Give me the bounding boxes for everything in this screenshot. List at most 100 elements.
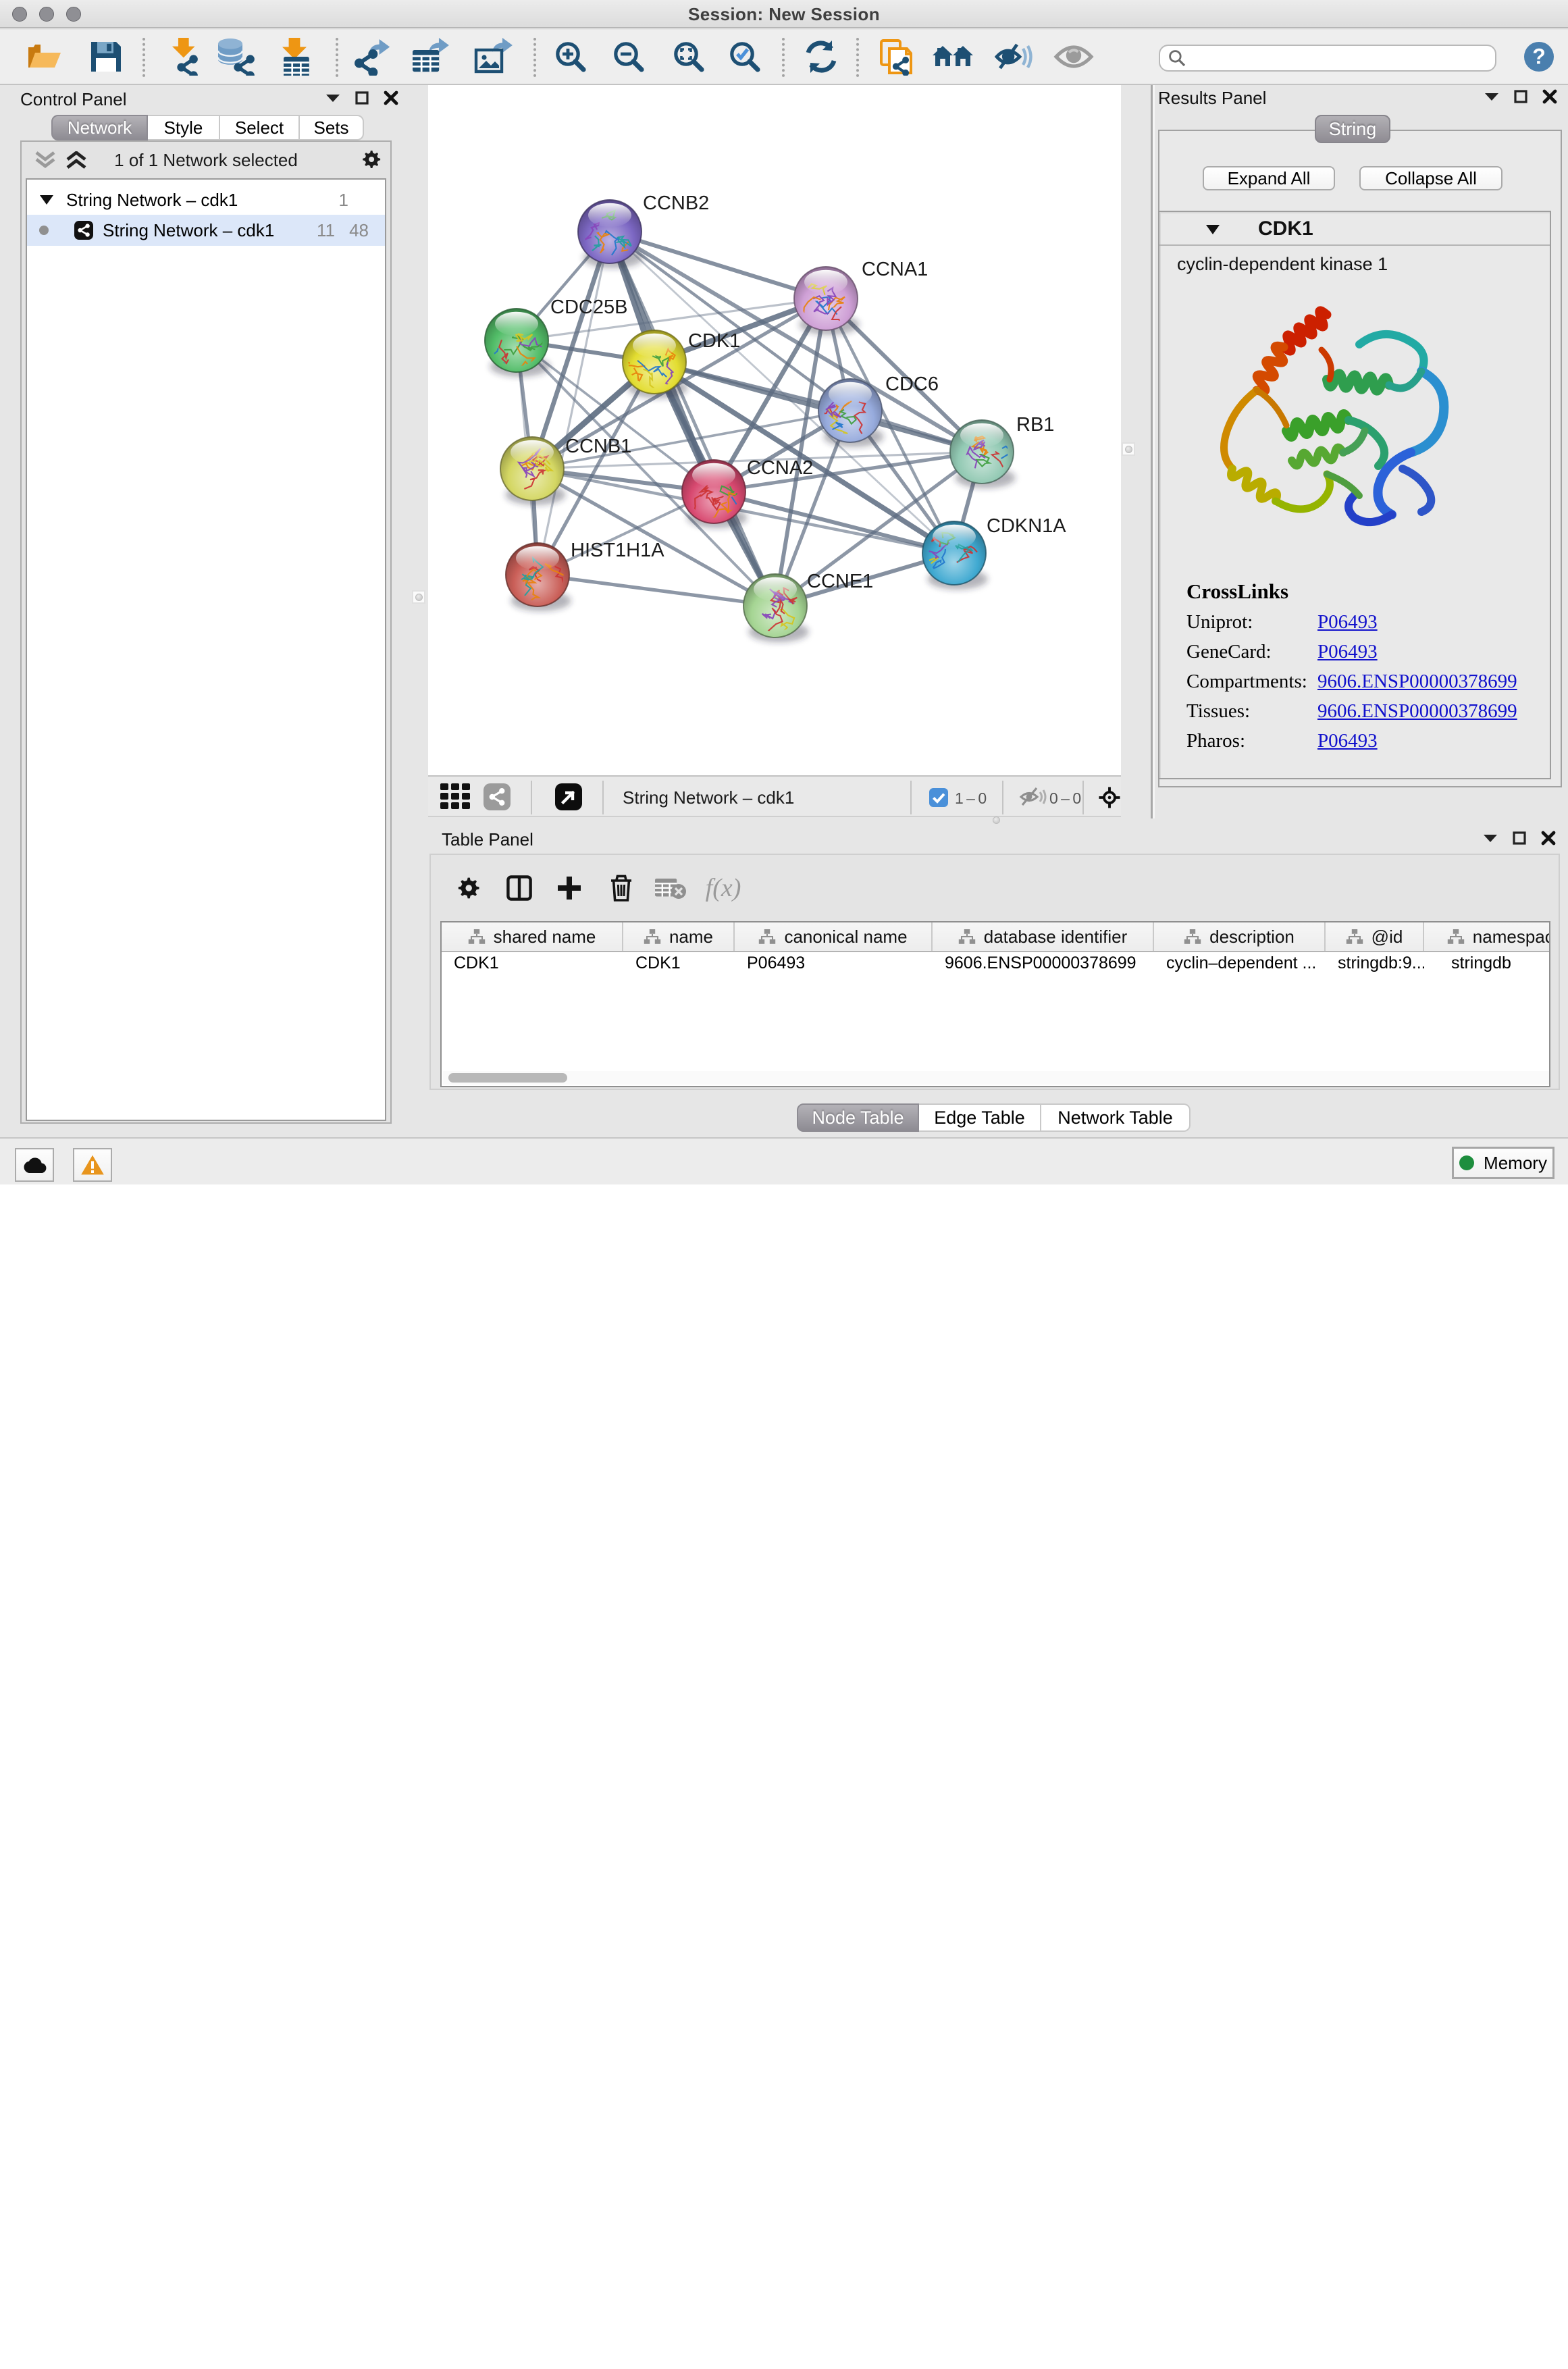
results-tab-string[interactable]: String <box>1315 115 1390 143</box>
network-node-CCNB1[interactable] <box>500 437 566 505</box>
export-image-icon[interactable] <box>473 38 514 76</box>
toolbar-separator <box>856 38 859 77</box>
results-panel-title: Results Panel <box>1158 88 1266 109</box>
crosslink-link[interactable]: P06493 <box>1317 641 1378 663</box>
copy-style-icon[interactable] <box>879 38 914 76</box>
control-tab-network[interactable]: Network <box>51 115 148 140</box>
network-row-selected[interactable]: String Network – cdk1 11 48 <box>27 215 385 246</box>
memory-label: Memory <box>1484 1153 1547 1174</box>
network-node-CDC25B[interactable] <box>485 309 550 377</box>
fit-selected-crosshair-icon[interactable] <box>1098 786 1121 814</box>
export-network-icon[interactable] <box>352 38 390 76</box>
table-tab-edge-table[interactable]: Edge Table <box>919 1103 1041 1132</box>
control-tab-style[interactable]: Style <box>148 115 220 140</box>
table-tab-network-table[interactable]: Network Table <box>1041 1103 1191 1132</box>
panel-float-icon[interactable] <box>325 93 340 103</box>
show-all-icon[interactable] <box>1053 42 1094 72</box>
network-collection-row[interactable]: String Network – cdk1 1 <box>27 185 385 215</box>
control-panel-tabs: NetworkStyleSelectSets <box>51 115 364 140</box>
birdseye-grid-icon[interactable] <box>440 783 470 816</box>
network-node-HIST1H1A[interactable] <box>506 543 571 611</box>
export-table-icon[interactable] <box>410 38 450 76</box>
warnings-button[interactable] <box>73 1148 112 1182</box>
open-session-icon[interactable] <box>26 39 63 74</box>
add-column-icon[interactable] <box>556 875 582 901</box>
column-type-icon <box>468 929 486 945</box>
selected-checkbox-icon[interactable] <box>929 787 948 812</box>
table-tab-node-table[interactable]: Node Table <box>797 1103 919 1132</box>
table-horizontal-scrollbar[interactable] <box>443 1071 1550 1085</box>
collection-expand-icon[interactable] <box>39 194 54 205</box>
import-table-icon[interactable] <box>278 38 311 76</box>
crosslink-link[interactable]: 9606.ENSP00000378699 <box>1317 700 1517 723</box>
table-row[interactable]: CDK1CDK1P064939606.ENSP00000378699cyclin… <box>442 954 1549 978</box>
expand-all-button[interactable]: Expand All <box>1203 166 1335 190</box>
network-edge[interactable] <box>610 232 826 298</box>
network-node-CCNE1[interactable] <box>743 574 809 642</box>
column-header-name[interactable]: name <box>623 922 735 951</box>
delete-table-icon[interactable] <box>655 876 687 900</box>
network-row-label: String Network – cdk1 <box>103 220 274 241</box>
cloud-button[interactable] <box>15 1148 54 1182</box>
control-tab-select[interactable]: Select <box>220 115 300 140</box>
delete-column-icon[interactable] <box>610 875 633 902</box>
zoom-out-icon[interactable] <box>611 39 646 74</box>
table-options-gear-icon[interactable] <box>456 875 481 901</box>
zoom-fit-icon[interactable] <box>671 39 706 74</box>
scrollbar-thumb[interactable] <box>448 1073 567 1083</box>
refresh-icon[interactable] <box>803 39 839 74</box>
panel-close-icon[interactable] <box>1541 831 1556 845</box>
network-node-CCNA1[interactable] <box>794 267 860 335</box>
network-node-RB1[interactable] <box>950 420 1016 488</box>
help-icon[interactable]: ? <box>1523 41 1554 72</box>
network-edge[interactable] <box>538 575 775 606</box>
statusbar-share-icon[interactable] <box>484 783 511 816</box>
network-node-CDK1[interactable] <box>619 330 688 398</box>
panel-maximize-icon[interactable] <box>1513 831 1526 845</box>
panel-maximize-icon[interactable] <box>355 91 369 105</box>
network-node-CDKN1A[interactable] <box>918 521 987 590</box>
column-header-description[interactable]: description <box>1154 922 1326 951</box>
save-session-icon[interactable] <box>88 39 124 74</box>
network-options-gear-icon[interactable] <box>361 149 382 170</box>
crosslink-link[interactable]: P06493 <box>1317 730 1378 752</box>
node-table[interactable]: shared name name canonical name database… <box>440 921 1550 1087</box>
node-label-CCNB2: CCNB2 <box>643 192 709 214</box>
column-header-shared-name[interactable]: shared name <box>442 922 623 951</box>
gene-collapse-icon[interactable] <box>1205 224 1220 235</box>
network-view-canvas[interactable]: CCNB2CCNA1CDC25BCDK1CDC6RB1CCNB1CCNA2CDK… <box>428 85 1121 775</box>
import-database-icon[interactable] <box>215 38 256 76</box>
crosslink-link[interactable]: 9606.ENSP00000378699 <box>1317 671 1517 693</box>
zoom-selected-icon[interactable] <box>727 39 762 74</box>
memory-button[interactable]: Memory <box>1452 1147 1554 1179</box>
panel-close-icon[interactable] <box>384 90 398 105</box>
vertical-splitter-handle-left[interactable] <box>412 590 425 604</box>
function-builder-button[interactable]: f(x) <box>706 873 741 903</box>
network-node-CCNB2[interactable] <box>578 200 644 268</box>
column-header-database-identifier[interactable]: database identifier <box>933 922 1154 951</box>
crosslink-link[interactable]: P06493 <box>1317 611 1378 633</box>
column-header--id[interactable]: @id <box>1326 922 1424 951</box>
import-network-icon[interactable] <box>167 38 202 76</box>
search-input[interactable] <box>1186 47 1495 69</box>
table-type-tabs: Node TableEdge TableNetwork Table <box>797 1103 1191 1132</box>
statusbar-separator <box>910 781 912 814</box>
open-in-window-icon[interactable] <box>555 783 582 816</box>
toggle-columns-icon[interactable] <box>506 875 532 901</box>
column-type-icon <box>1184 929 1201 945</box>
panel-float-icon[interactable] <box>1483 833 1498 843</box>
gene-header[interactable]: CDK1 <box>1159 212 1550 246</box>
zoom-in-icon[interactable] <box>553 39 588 74</box>
column-header-namespace[interactable]: namespace <box>1424 922 1550 951</box>
collapse-all-button[interactable]: Collapse All <box>1359 166 1502 190</box>
network-node-CCNA2[interactable] <box>682 460 754 528</box>
column-type-icon <box>958 929 976 945</box>
panel-float-icon[interactable] <box>1484 91 1499 102</box>
vertical-splitter-handle-right[interactable] <box>1122 442 1135 456</box>
home-style-icon[interactable] <box>931 39 974 74</box>
hide-selected-icon[interactable] <box>994 39 1035 74</box>
panel-close-icon[interactable] <box>1542 89 1557 104</box>
panel-maximize-icon[interactable] <box>1514 90 1527 103</box>
control-tab-sets[interactable]: Sets <box>300 115 364 140</box>
column-header-canonical-name[interactable]: canonical name <box>735 922 933 951</box>
